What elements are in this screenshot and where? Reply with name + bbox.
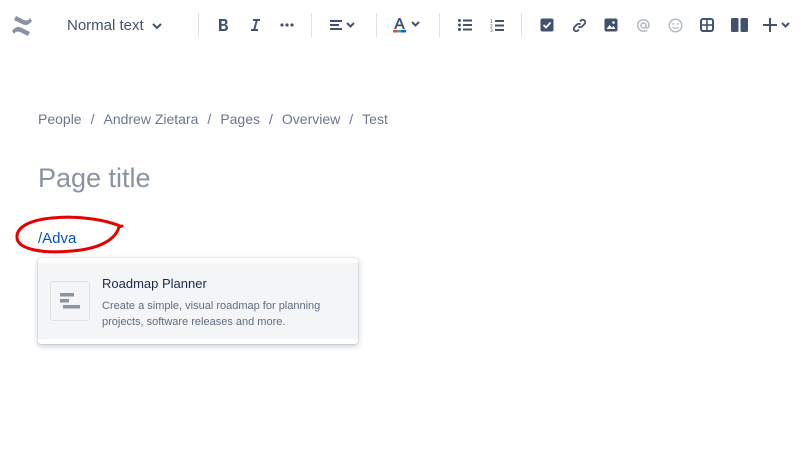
menu-item-title: Roadmap Planner <box>102 276 207 291</box>
breadcrumb-item-people[interactable]: People <box>38 111 82 127</box>
breadcrumb: People / Andrew Zietara / Pages / Overvi… <box>38 111 388 127</box>
svg-text:3: 3 <box>490 28 493 32</box>
insert-plus-icon[interactable] <box>762 13 794 37</box>
table-icon[interactable] <box>699 13 715 37</box>
breadcrumb-separator: / <box>269 111 273 127</box>
text-color-icon[interactable] <box>392 13 422 37</box>
slash-command-text[interactable]: /Adva <box>38 230 76 247</box>
toolbar-divider <box>198 13 199 37</box>
mention-icon[interactable] <box>635 13 651 37</box>
breadcrumb-item-overview[interactable]: Overview <box>282 111 340 127</box>
numbered-list-icon[interactable]: 123 <box>489 13 505 37</box>
breadcrumb-item-pages[interactable]: Pages <box>220 111 260 127</box>
breadcrumb-separator: / <box>349 111 354 127</box>
breadcrumb-separator: / <box>90 111 95 127</box>
align-icon[interactable] <box>328 13 358 37</box>
editor-toolbar: Normal text 123 <box>0 0 810 50</box>
text-style-dropdown[interactable]: Normal text <box>67 13 162 37</box>
toolbar-divider <box>311 13 312 37</box>
italic-icon[interactable] <box>247 13 263 37</box>
toolbar-divider <box>376 13 377 37</box>
slash-command-menu: Roadmap Planner Create a simple, visual … <box>38 258 358 344</box>
toolbar-divider <box>439 13 440 37</box>
bullet-list-icon[interactable] <box>457 13 473 37</box>
menu-item-description: Create a simple, visual roadmap for plan… <box>102 300 321 328</box>
breadcrumb-item-user[interactable]: Andrew Zietara <box>103 111 198 127</box>
action-item-icon[interactable] <box>539 13 555 37</box>
image-icon[interactable] <box>603 13 619 37</box>
link-icon[interactable] <box>571 13 587 37</box>
layout-icon[interactable] <box>729 13 749 37</box>
more-formatting-icon[interactable] <box>279 13 295 37</box>
toolbar-divider <box>521 13 522 37</box>
confluence-logo-icon[interactable] <box>9 13 35 39</box>
roadmap-icon <box>50 281 90 321</box>
emoji-icon[interactable] <box>667 13 683 37</box>
breadcrumb-separator: / <box>207 111 212 127</box>
breadcrumb-item-test[interactable]: Test <box>362 111 388 127</box>
menu-item-roadmap-planner[interactable]: Roadmap Planner Create a simple, visual … <box>38 263 358 339</box>
page-title-input[interactable]: Page title <box>38 163 151 194</box>
bold-icon[interactable] <box>215 13 231 37</box>
chevron-down-icon <box>151 17 162 34</box>
text-style-label: Normal text <box>67 16 144 34</box>
